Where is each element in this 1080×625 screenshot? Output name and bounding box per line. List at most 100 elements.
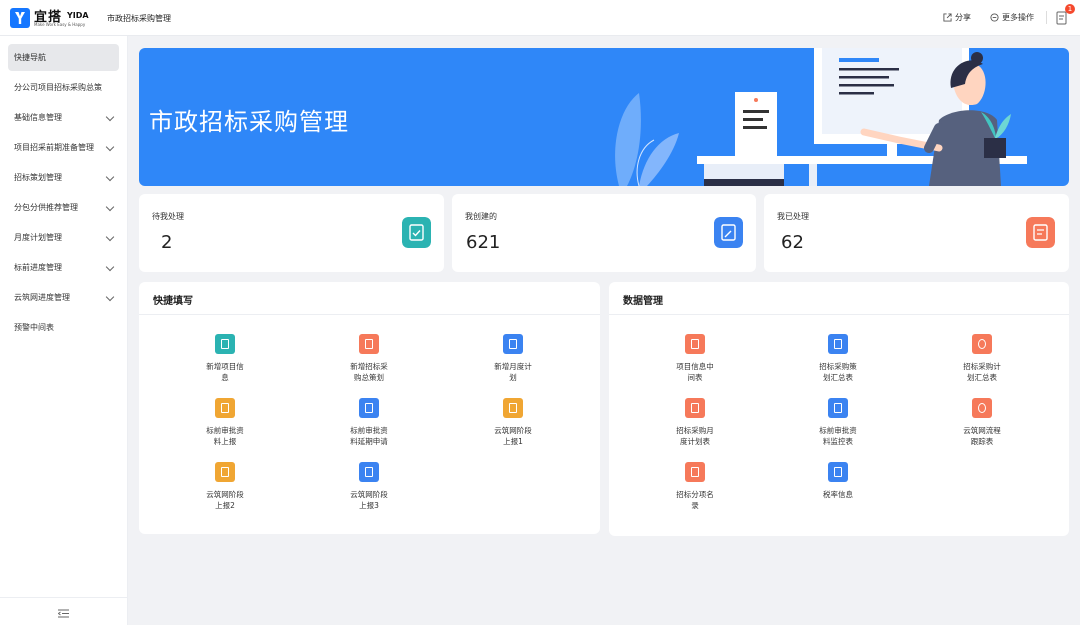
report-icon (685, 462, 705, 482)
edit-doc-icon (714, 217, 743, 248)
sidebar-item-label: 分公司项目招标采购总策 (14, 83, 102, 92)
panel-title: 快捷填写 (153, 296, 193, 307)
data-management-panel: 数据管理 项目信息中间表 招标采购策划汇总表 招标采购计划汇总表 招标采购月度计… (609, 282, 1069, 536)
globe-icon (972, 334, 992, 354)
sidebar-item-yunzhu[interactable]: 云筑网进度管理 (8, 284, 119, 311)
chevron-down-icon (105, 292, 115, 302)
data-tile-monthly-plan[interactable]: 招标采购月度计划表 (655, 398, 735, 447)
chevron-down-icon (105, 172, 115, 182)
sidebar-item-subcontract[interactable]: 分包分供推荐管理 (8, 194, 119, 221)
form-icon (503, 334, 523, 354)
report-icon (685, 334, 705, 354)
stat-card-processed[interactable]: 我已处理 62 (764, 194, 1069, 272)
sidebar-item-label: 快捷导航 (14, 53, 46, 62)
quick-tile-prebid-report[interactable]: 标前审批资料上报 (185, 398, 265, 447)
notification-badge: 1 (1065, 4, 1075, 14)
form-icon (215, 334, 235, 354)
sidebar-item-label: 基础信息管理 (14, 113, 62, 122)
collapse-sidebar-icon[interactable] (58, 609, 69, 618)
stat-label: 我创建的 (465, 212, 497, 221)
panel-divider (139, 314, 600, 315)
sidebar-item-label: 预警中间表 (14, 323, 54, 332)
chevron-down-icon (105, 232, 115, 242)
banner-title: 市政招标采购管理 (149, 108, 349, 136)
form-icon (215, 462, 235, 482)
chevron-down-icon (105, 202, 115, 212)
more-icon (990, 13, 999, 22)
tile-label: 新增月度计划 (494, 362, 532, 382)
quick-tile-new-monthly[interactable]: 新增月度计划 (473, 334, 553, 383)
stat-card-created[interactable]: 我创建的 621 (452, 194, 756, 272)
header-divider (1046, 11, 1047, 24)
sidebar-item-planning[interactable]: 招标策划管理 (8, 164, 119, 191)
done-doc-icon (1026, 217, 1055, 248)
sidebar-footer (0, 597, 128, 625)
data-tile-tax-rate[interactable]: 税率信息 (798, 462, 878, 500)
share-icon (943, 13, 952, 22)
quick-tile-yunzhu-3[interactable]: 云筑网阶段上报3 (329, 462, 409, 511)
share-label: 分享 (955, 13, 971, 22)
tile-label: 云筑网阶段上报3 (350, 490, 388, 510)
sidebar-item-pre-bid[interactable]: 标前进度管理 (8, 254, 119, 281)
tile-label: 标前审批资料延期申请 (350, 426, 388, 446)
quick-fill-panel: 快捷填写 新增项目信息 新增招标采购总策划 新增月度计划 标前审批资料上报 标前… (139, 282, 600, 534)
todo-icon (402, 217, 431, 248)
quick-tile-new-project[interactable]: 新增项目信息 (185, 334, 265, 383)
home-icon (828, 398, 848, 418)
sidebar-item-label: 标前进度管理 (14, 263, 62, 272)
tile-label: 云筑网阶段上报2 (206, 490, 244, 510)
data-tile-plan-summary[interactable]: 招标采购策划汇总表 (798, 334, 878, 383)
form-icon (215, 398, 235, 418)
sidebar: 快捷导航 分公司项目招标采购总策 基础信息管理 项目招采前期准备管理 招标策划管… (0, 36, 128, 625)
tile-label: 招标采购月度计划表 (676, 426, 714, 446)
stat-value: 2 (161, 232, 173, 253)
tile-label: 云筑网阶段上报1 (494, 426, 532, 446)
stat-card-pending[interactable]: 待我处理 2 (139, 194, 444, 272)
logo-tagline: Make Work Easy & Happy (34, 22, 86, 27)
data-tile-prebid-monitor[interactable]: 标前审批资料监控表 (798, 398, 878, 447)
quick-tile-prebid-delay[interactable]: 标前审批资料延期申请 (329, 398, 409, 447)
sidebar-item-label: 云筑网进度管理 (14, 293, 70, 302)
sidebar-item-label: 项目招采前期准备管理 (14, 143, 94, 152)
panel-divider (609, 314, 1069, 315)
share-button[interactable]: 分享 (943, 12, 971, 23)
sidebar-item-basic-info[interactable]: 基础信息管理 (8, 104, 119, 131)
hero-banner: 市政招标采购管理 (139, 48, 1069, 186)
tile-label: 招标采购计划汇总表 (963, 362, 1001, 382)
panel-title: 数据管理 (623, 296, 663, 307)
stat-label: 待我处理 (152, 212, 184, 221)
more-label: 更多操作 (1002, 13, 1034, 22)
data-tile-project-info[interactable]: 项目信息中间表 (655, 334, 735, 383)
form-icon (359, 398, 379, 418)
app-title[interactable]: 市政招标采购管理 (107, 13, 171, 24)
sidebar-item-monthly[interactable]: 月度计划管理 (8, 224, 119, 251)
report-icon (685, 398, 705, 418)
more-actions-button[interactable]: 更多操作 (990, 12, 1034, 23)
logo-text-en[interactable]: YIDA (67, 11, 89, 20)
data-tile-yunzhu-track[interactable]: 云筑网流程跟踪表 (942, 398, 1022, 447)
globe-icon (972, 398, 992, 418)
chevron-down-icon (105, 142, 115, 152)
home-icon (828, 462, 848, 482)
sidebar-item-label: 分包分供推荐管理 (14, 203, 78, 212)
sidebar-item-label: 月度计划管理 (14, 233, 62, 242)
tile-label: 招标采购策划汇总表 (819, 362, 857, 382)
sidebar-item-warning[interactable]: 预警中间表 (8, 314, 119, 341)
sidebar-item-quick-nav[interactable]: 快捷导航 (8, 44, 119, 71)
tile-label: 标前审批资料监控表 (819, 426, 857, 446)
quick-tile-new-plan[interactable]: 新增招标采购总策划 (329, 334, 409, 383)
sidebar-item-branch-summary[interactable]: 分公司项目招标采购总策 (8, 74, 119, 101)
stat-label: 我已处理 (777, 212, 809, 221)
quick-tile-yunzhu-2[interactable]: 云筑网阶段上报2 (185, 462, 265, 511)
tile-label: 招标分项名录 (676, 490, 714, 510)
form-icon (503, 398, 523, 418)
quick-tile-yunzhu-1[interactable]: 云筑网阶段上报1 (473, 398, 553, 447)
data-tile-bid-items[interactable]: 招标分项名录 (655, 462, 735, 511)
tile-label: 标前审批资料上报 (206, 426, 244, 446)
chevron-down-icon (105, 112, 115, 122)
yida-logo-icon[interactable] (10, 8, 30, 28)
sidebar-item-prep[interactable]: 项目招采前期准备管理 (8, 134, 119, 161)
chevron-down-icon (105, 262, 115, 272)
tile-label: 云筑网流程跟踪表 (963, 426, 1001, 446)
data-tile-plan-total[interactable]: 招标采购计划汇总表 (942, 334, 1022, 383)
